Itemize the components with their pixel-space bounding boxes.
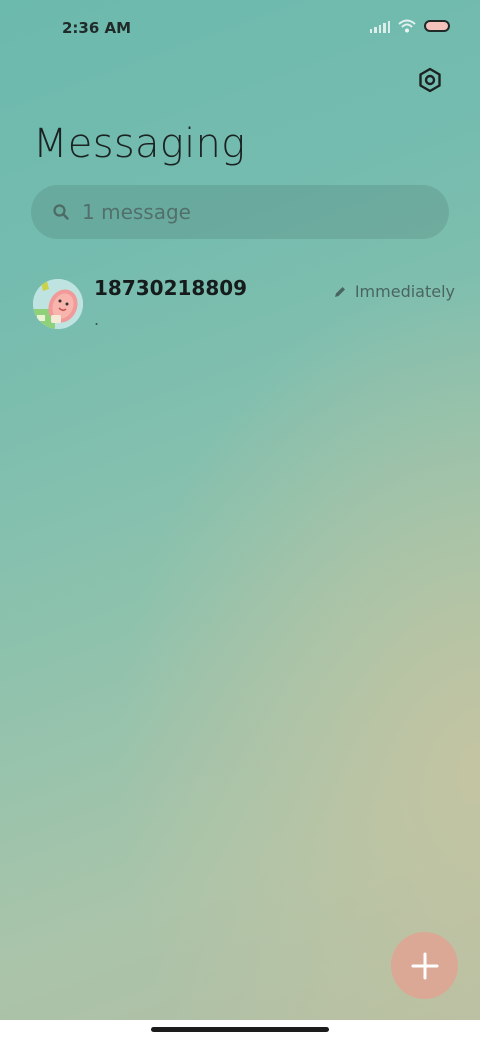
battery-icon — [424, 20, 450, 32]
pencil-icon — [334, 286, 345, 297]
messaging-screen: 2:36 AM Messaging 1 message 18730218809 … — [0, 0, 480, 1020]
search-placeholder: 1 message — [82, 200, 191, 224]
plus-icon — [411, 952, 438, 979]
conversation-time: Immediately — [354, 282, 455, 301]
avatar[interactable] — [33, 279, 83, 329]
search-icon — [53, 204, 69, 220]
gear-icon — [419, 67, 441, 93]
new-message-button[interactable] — [391, 932, 458, 999]
status-icons — [369, 19, 450, 33]
home-indicator[interactable] — [151, 1027, 329, 1032]
conversation-sender: 18730218809 — [94, 276, 248, 300]
settings-button[interactable] — [416, 66, 444, 94]
conversation-preview: . — [94, 310, 100, 329]
status-time: 2:36 AM — [62, 19, 132, 37]
signal-icon — [369, 19, 390, 33]
page-title: Messaging — [33, 121, 246, 167]
conversation-time-group: Immediately — [333, 282, 455, 301]
wifi-icon — [398, 19, 416, 33]
search-bar[interactable]: 1 message — [31, 185, 449, 239]
conversation-item[interactable]: 18730218809 . Immediately — [0, 270, 480, 340]
